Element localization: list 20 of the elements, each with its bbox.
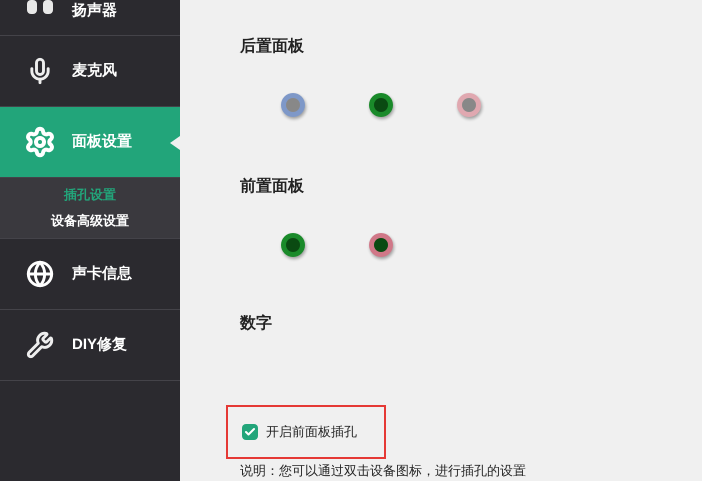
audio-jack-icon[interactable] <box>369 93 393 117</box>
section-heading: 后置面板 <box>240 37 305 57</box>
section-heading: 前置面板 <box>240 177 305 197</box>
sidebar-item[interactable]: DIY修复 <box>0 310 180 381</box>
sidebar-item[interactable]: 声卡信息 <box>0 239 180 310</box>
checkbox-label: 开启前面板插孔 <box>266 423 357 442</box>
speaker-icon <box>25 0 55 14</box>
sidebar-item[interactable]: 扬声器 <box>0 0 180 36</box>
globe-icon <box>26 260 54 288</box>
checkbox[interactable] <box>242 424 258 440</box>
note-text: 说明：您可以通过双击设备图标，进行插孔的设置 <box>240 462 526 480</box>
pointer-arrow-icon <box>170 136 180 150</box>
submenu-item[interactable]: 设备高级设置 <box>51 208 129 234</box>
check-icon <box>244 426 256 438</box>
section-heading: 数字 <box>240 314 273 334</box>
audio-jack-icon[interactable] <box>369 233 393 257</box>
submenu-item[interactable]: 插孔设置 <box>64 182 116 208</box>
gears-icon <box>24 126 56 158</box>
wrench-icon <box>26 331 54 359</box>
audio-jack-icon[interactable] <box>281 233 305 257</box>
